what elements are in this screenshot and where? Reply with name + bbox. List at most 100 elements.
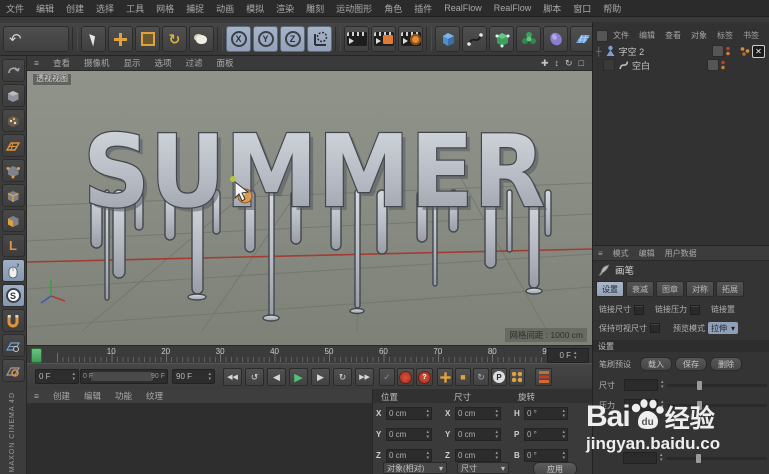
menu-item[interactable]: 渲染 <box>270 2 300 15</box>
om-menu-item[interactable]: 书签 <box>738 30 764 41</box>
attr-menu-item[interactable]: 模式 <box>608 248 634 259</box>
timeline-playhead[interactable] <box>31 348 42 363</box>
last-used-tool[interactable] <box>189 26 214 52</box>
preview-mode-select[interactable]: 拉伸▾ <box>708 322 738 334</box>
mat-menu-item[interactable]: 创建 <box>46 390 77 402</box>
start-frame-field[interactable]: 0 F▴▾ <box>35 369 79 384</box>
size-field[interactable]: 0 cm▴▾ <box>455 428 501 441</box>
frame-stepper[interactable]: ▴▾ <box>574 351 577 361</box>
om-menu-item[interactable]: 对象 <box>686 30 712 41</box>
enable-dots[interactable] <box>726 46 730 56</box>
play-button[interactable]: ▶ <box>289 368 308 386</box>
key-parameter-toggle[interactable]: P <box>491 368 507 386</box>
go-to-end-button[interactable]: ▶▶ <box>355 368 374 386</box>
interactive-workplane-button[interactable] <box>2 359 25 382</box>
undo-button[interactable]: ↶ <box>3 26 69 52</box>
scene-canvas[interactable]: SUMMER SUMMER <box>27 56 592 345</box>
snap-magnet-button[interactable] <box>2 309 25 332</box>
link-pressure-checkbox[interactable] <box>690 305 700 315</box>
play-reverse-button[interactable]: ↺ <box>245 368 264 386</box>
menu-item[interactable]: 文件 <box>0 2 30 15</box>
object-name[interactable]: 空白 <box>632 59 650 72</box>
texture-mode-button[interactable] <box>2 109 25 132</box>
rotation-field[interactable]: 0 °▴▾ <box>524 449 568 462</box>
add-mograph-button[interactable] <box>516 26 541 52</box>
go-to-start-button[interactable]: ◀◀ <box>223 368 242 386</box>
mat-menu-item[interactable]: 纹理 <box>139 390 170 402</box>
add-deformer-button[interactable] <box>543 26 568 52</box>
attribute-tab[interactable]: 拓展 <box>716 281 744 297</box>
edge-mode-button[interactable] <box>2 184 25 207</box>
xpresso-tag-icon[interactable]: ✕ <box>752 45 765 58</box>
timeline-ruler[interactable]: 102030405060708090 0 F ▴▾ <box>27 345 592 363</box>
menu-item[interactable]: 工具 <box>120 2 150 15</box>
link-size-checkbox[interactable] <box>634 305 644 315</box>
hamburger-icon[interactable]: ≡ <box>27 391 46 401</box>
key-position-toggle[interactable] <box>437 368 453 386</box>
extra-slider[interactable] <box>666 457 767 460</box>
om-menu-item[interactable]: 编辑 <box>634 30 660 41</box>
key-pla-toggle[interactable] <box>509 368 525 386</box>
record-keyframe-button[interactable] <box>397 368 414 386</box>
material-list-area[interactable] <box>27 403 372 474</box>
key-scale-toggle[interactable]: ■ <box>455 368 471 386</box>
position-field[interactable]: 0 cm▴▾ <box>386 449 432 462</box>
viewport-solo-button[interactable] <box>2 259 25 282</box>
pan-icon[interactable]: ✚ <box>541 58 549 69</box>
workplane-lock-button[interactable] <box>2 334 25 357</box>
previous-frame-button[interactable]: ◀ <box>267 368 286 386</box>
end-frame-field[interactable]: 90 F▴▾ <box>172 369 215 384</box>
autokey-toggle[interactable]: ✓ <box>379 368 395 386</box>
render-settings-button[interactable] <box>398 26 423 52</box>
menu-item[interactable]: RealFlow <box>438 3 488 13</box>
menu-item[interactable]: 编辑 <box>30 2 60 15</box>
key-rotation-toggle[interactable]: ↻ <box>473 368 489 386</box>
add-primitive-button[interactable] <box>435 26 460 52</box>
visibility-toggle[interactable] <box>712 45 724 57</box>
menu-item[interactable]: 选择 <box>90 2 120 15</box>
om-menu-item[interactable]: 查看 <box>660 30 686 41</box>
menu-item[interactable]: 帮助 <box>597 2 627 15</box>
lock-x-axis-button[interactable]: X <box>226 26 251 52</box>
om-menu-item[interactable]: 标签 <box>712 30 738 41</box>
make-editable-button[interactable] <box>2 59 25 82</box>
mat-menu-item[interactable]: 编辑 <box>77 390 108 402</box>
coord-mode-select[interactable]: 对象(相对)▾ <box>383 462 447 474</box>
attribute-tab[interactable]: 衰减 <box>626 281 654 297</box>
move-tool[interactable] <box>108 26 133 52</box>
maximize-icon[interactable]: □ <box>579 58 584 69</box>
coord-size-select[interactable]: 尺寸▾ <box>457 462 509 474</box>
menu-item[interactable]: 动画 <box>210 2 240 15</box>
extra-field[interactable] <box>623 452 657 464</box>
vp-menu-item[interactable]: 查看 <box>46 57 77 69</box>
attr-menu-item[interactable]: 用户数据 <box>660 248 702 259</box>
preset-load-button[interactable]: 载入 <box>640 357 672 371</box>
menu-item[interactable]: 创建 <box>60 2 90 15</box>
expand-icon[interactable]: ┼ <box>596 47 602 56</box>
workplane-mode-button[interactable] <box>2 134 25 157</box>
perspective-viewport[interactable]: SUMMER SUMMER ≡ 查看 摄像机 显示 选项 过滤 面板 ✚ <box>27 56 592 345</box>
range-bar[interactable] <box>91 372 153 381</box>
enable-axis-button[interactable]: L <box>2 234 25 257</box>
rotation-field[interactable]: 0 °▴▾ <box>524 407 568 420</box>
vp-menu-item[interactable]: 显示 <box>117 57 148 69</box>
menu-item[interactable]: 雕刻 <box>300 2 330 15</box>
lock-y-axis-button[interactable]: Y <box>253 26 278 52</box>
menu-item[interactable]: 脚本 <box>537 2 567 15</box>
timeline-mode-button[interactable] <box>535 368 552 386</box>
points-mode-button[interactable] <box>2 159 25 182</box>
orbit-icon[interactable]: ↻ <box>565 58 573 69</box>
dolly-icon[interactable]: ↕ <box>555 58 560 69</box>
menu-item[interactable]: 模拟 <box>240 2 270 15</box>
mat-menu-item[interactable]: 功能 <box>108 390 139 402</box>
keep-visual-size-checkbox[interactable] <box>650 323 660 333</box>
vp-menu-item[interactable]: 面板 <box>210 57 241 69</box>
object-row[interactable]: 空白 <box>593 58 769 72</box>
add-generator-button[interactable] <box>489 26 514 52</box>
model-mode-button[interactable] <box>2 84 25 107</box>
om-menu-item[interactable]: 文件 <box>608 30 634 41</box>
size-slider[interactable] <box>667 384 767 387</box>
preset-delete-button[interactable]: 删除 <box>710 357 742 371</box>
attribute-tab[interactable]: 图章 <box>656 281 684 297</box>
size-field[interactable]: 0 cm▴▾ <box>455 449 501 462</box>
